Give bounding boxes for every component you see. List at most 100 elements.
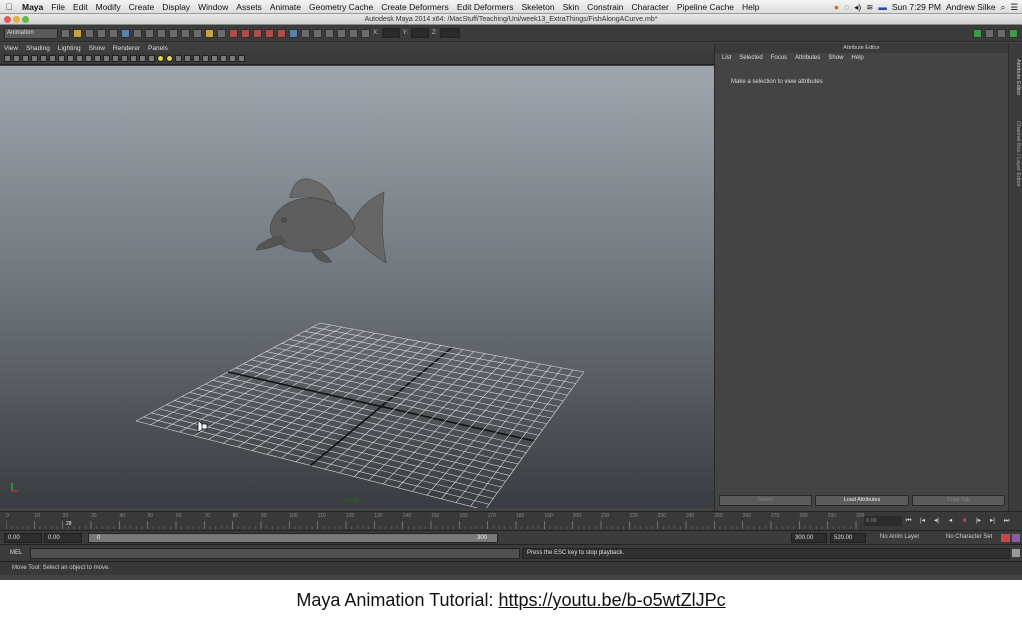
menu-file[interactable]: File: [47, 2, 69, 12]
panel-menu-show[interactable]: Show: [89, 45, 105, 52]
textured-icon[interactable]: [148, 55, 155, 62]
attr-menu-selected[interactable]: Selected: [739, 55, 762, 61]
anti-aliasing-icon[interactable]: [211, 55, 218, 62]
menu-window[interactable]: Window: [194, 2, 232, 12]
panel-menu-view[interactable]: View: [4, 45, 18, 52]
panel-menu-lighting[interactable]: Lighting: [58, 45, 81, 52]
attr-menu-help[interactable]: Help: [851, 55, 863, 61]
new-scene-icon[interactable]: [61, 28, 70, 38]
menu-edit[interactable]: Edit: [69, 2, 92, 12]
bookmarks-icon[interactable]: [22, 55, 29, 62]
layout-icon-3[interactable]: [325, 28, 334, 38]
step-back-key-icon[interactable]: |◂: [917, 516, 928, 526]
menu-assets[interactable]: Assets: [232, 2, 266, 12]
x-field[interactable]: [381, 28, 400, 38]
menu-set-select[interactable]: Animation: [4, 27, 58, 39]
layout-icon-2[interactable]: [313, 28, 322, 38]
z-field[interactable]: [440, 28, 461, 38]
resolution-gate-icon[interactable]: [76, 55, 83, 62]
sync-icon[interactable]: ◌: [844, 2, 849, 12]
clock[interactable]: Sun 7:29 PM: [892, 2, 941, 12]
smooth-shade-icon[interactable]: [130, 55, 137, 62]
animation-start-field[interactable]: 0.00: [4, 533, 42, 543]
current-frame-marker[interactable]: 28: [66, 521, 72, 527]
snap-grid-icon[interactable]: [145, 28, 154, 38]
menu-pipeline-cache[interactable]: Pipeline Cache: [673, 2, 738, 12]
safe-title-icon[interactable]: [112, 55, 119, 62]
show-channel-box-icon[interactable]: [997, 28, 1006, 38]
use-all-lights-icon[interactable]: [157, 55, 164, 62]
depth-of-field-icon[interactable]: [220, 55, 227, 62]
xray-joints-icon[interactable]: [184, 55, 191, 62]
render-settings-icon[interactable]: [265, 28, 274, 38]
notification-icon[interactable]: ☰: [1010, 2, 1018, 13]
step-back-frame-icon[interactable]: ◂|: [931, 516, 942, 526]
attr-menu-show[interactable]: Show: [828, 55, 843, 61]
playback-start-field[interactable]: 0.00: [44, 533, 82, 543]
spotlight-icon[interactable]: ⌕: [1001, 2, 1006, 13]
menu-app-maya[interactable]: Maya: [18, 2, 47, 12]
menu-display[interactable]: Display: [158, 2, 194, 12]
menu-create-deformers[interactable]: Create Deformers: [377, 2, 453, 12]
tab-channel-box[interactable]: Channel Box / Layer Editor: [1011, 109, 1021, 199]
snap-curve-icon[interactable]: [157, 28, 166, 38]
flag-icon[interactable]: ▬: [878, 2, 887, 12]
safe-action-icon[interactable]: [103, 55, 110, 62]
hypershade-icon[interactable]: [277, 28, 286, 38]
layout-icon-5[interactable]: [349, 28, 358, 38]
attr-menu-focus[interactable]: Focus: [771, 55, 787, 61]
character-set-select[interactable]: No Character Set: [946, 534, 992, 540]
xray-icon[interactable]: [175, 55, 182, 62]
render-view-icon[interactable]: [229, 28, 238, 38]
camera-attributes-icon[interactable]: [13, 55, 20, 62]
perspective-viewport[interactable]: persp: [0, 66, 714, 508]
select-button[interactable]: Select: [719, 495, 813, 506]
wireframe-icon[interactable]: [121, 55, 128, 62]
attr-menu-list[interactable]: List: [722, 55, 731, 61]
panel-menu-renderer[interactable]: Renderer: [113, 45, 140, 52]
pick-mask-icon[interactable]: [133, 28, 142, 38]
render-frame-icon[interactable]: [241, 28, 250, 38]
step-forward-frame-icon[interactable]: |▸: [973, 516, 984, 526]
user-name[interactable]: Andrew Silke: [946, 2, 996, 12]
load-attributes-button[interactable]: Load Attributes: [815, 495, 909, 506]
tutorial-link[interactable]: https://youtu.be/b-o5wtZlJPc: [499, 590, 726, 610]
open-scene-icon[interactable]: [73, 28, 82, 38]
grid-toggle-icon[interactable]: [58, 55, 65, 62]
ambient-occlusion-icon[interactable]: [193, 55, 200, 62]
preferences-icon[interactable]: [1012, 534, 1020, 542]
show-attribute-editor-icon[interactable]: [973, 28, 982, 38]
two-d-pan-icon[interactable]: [40, 55, 47, 62]
field-chart-icon[interactable]: [94, 55, 101, 62]
menu-character[interactable]: Character: [628, 2, 673, 12]
menu-skin[interactable]: Skin: [559, 2, 584, 12]
panel-menu-shading[interactable]: Shading: [26, 45, 50, 52]
input-output-icon[interactable]: [217, 28, 226, 38]
select-by-object-icon[interactable]: [109, 28, 118, 38]
select-by-component-icon[interactable]: [121, 28, 130, 38]
menu-modify[interactable]: Modify: [92, 2, 125, 12]
gate-mask-icon[interactable]: [85, 55, 92, 62]
go-to-start-icon[interactable]: ⏮: [903, 516, 914, 526]
select-camera-icon[interactable]: [4, 55, 11, 62]
menu-constrain[interactable]: Constrain: [583, 2, 627, 12]
menu-edit-deformers[interactable]: Edit Deformers: [453, 2, 518, 12]
time-slider[interactable]: 0 10 20 30 40 50 60 70 80 90 100 110 120 130 140 150 160…: [0, 511, 1022, 530]
film-gate-icon[interactable]: [67, 55, 74, 62]
menu-create[interactable]: Create: [125, 2, 159, 12]
toggle-modeling-toolkit-icon[interactable]: [289, 28, 298, 38]
tab-attribute-editor[interactable]: Attribute Editor: [1011, 49, 1021, 105]
menu-geometry-cache[interactable]: Geometry Cache: [305, 2, 377, 12]
anim-layer-select[interactable]: No Anim Layer: [880, 534, 919, 540]
menu-animate[interactable]: Animate: [266, 2, 305, 12]
layout-icon-1[interactable]: [301, 28, 310, 38]
attr-menu-attributes[interactable]: Attributes: [795, 55, 820, 61]
ipr-render-icon[interactable]: [253, 28, 262, 38]
motion-blur-icon[interactable]: [202, 55, 209, 62]
construction-history-icon[interactable]: [205, 28, 214, 38]
select-by-hierarchy-icon[interactable]: [97, 28, 106, 38]
step-forward-key-icon[interactable]: ▸|: [987, 516, 998, 526]
menu-skeleton[interactable]: Skeleton: [518, 2, 559, 12]
minimize-window-button[interactable]: [13, 16, 20, 23]
save-scene-icon[interactable]: [85, 28, 94, 38]
